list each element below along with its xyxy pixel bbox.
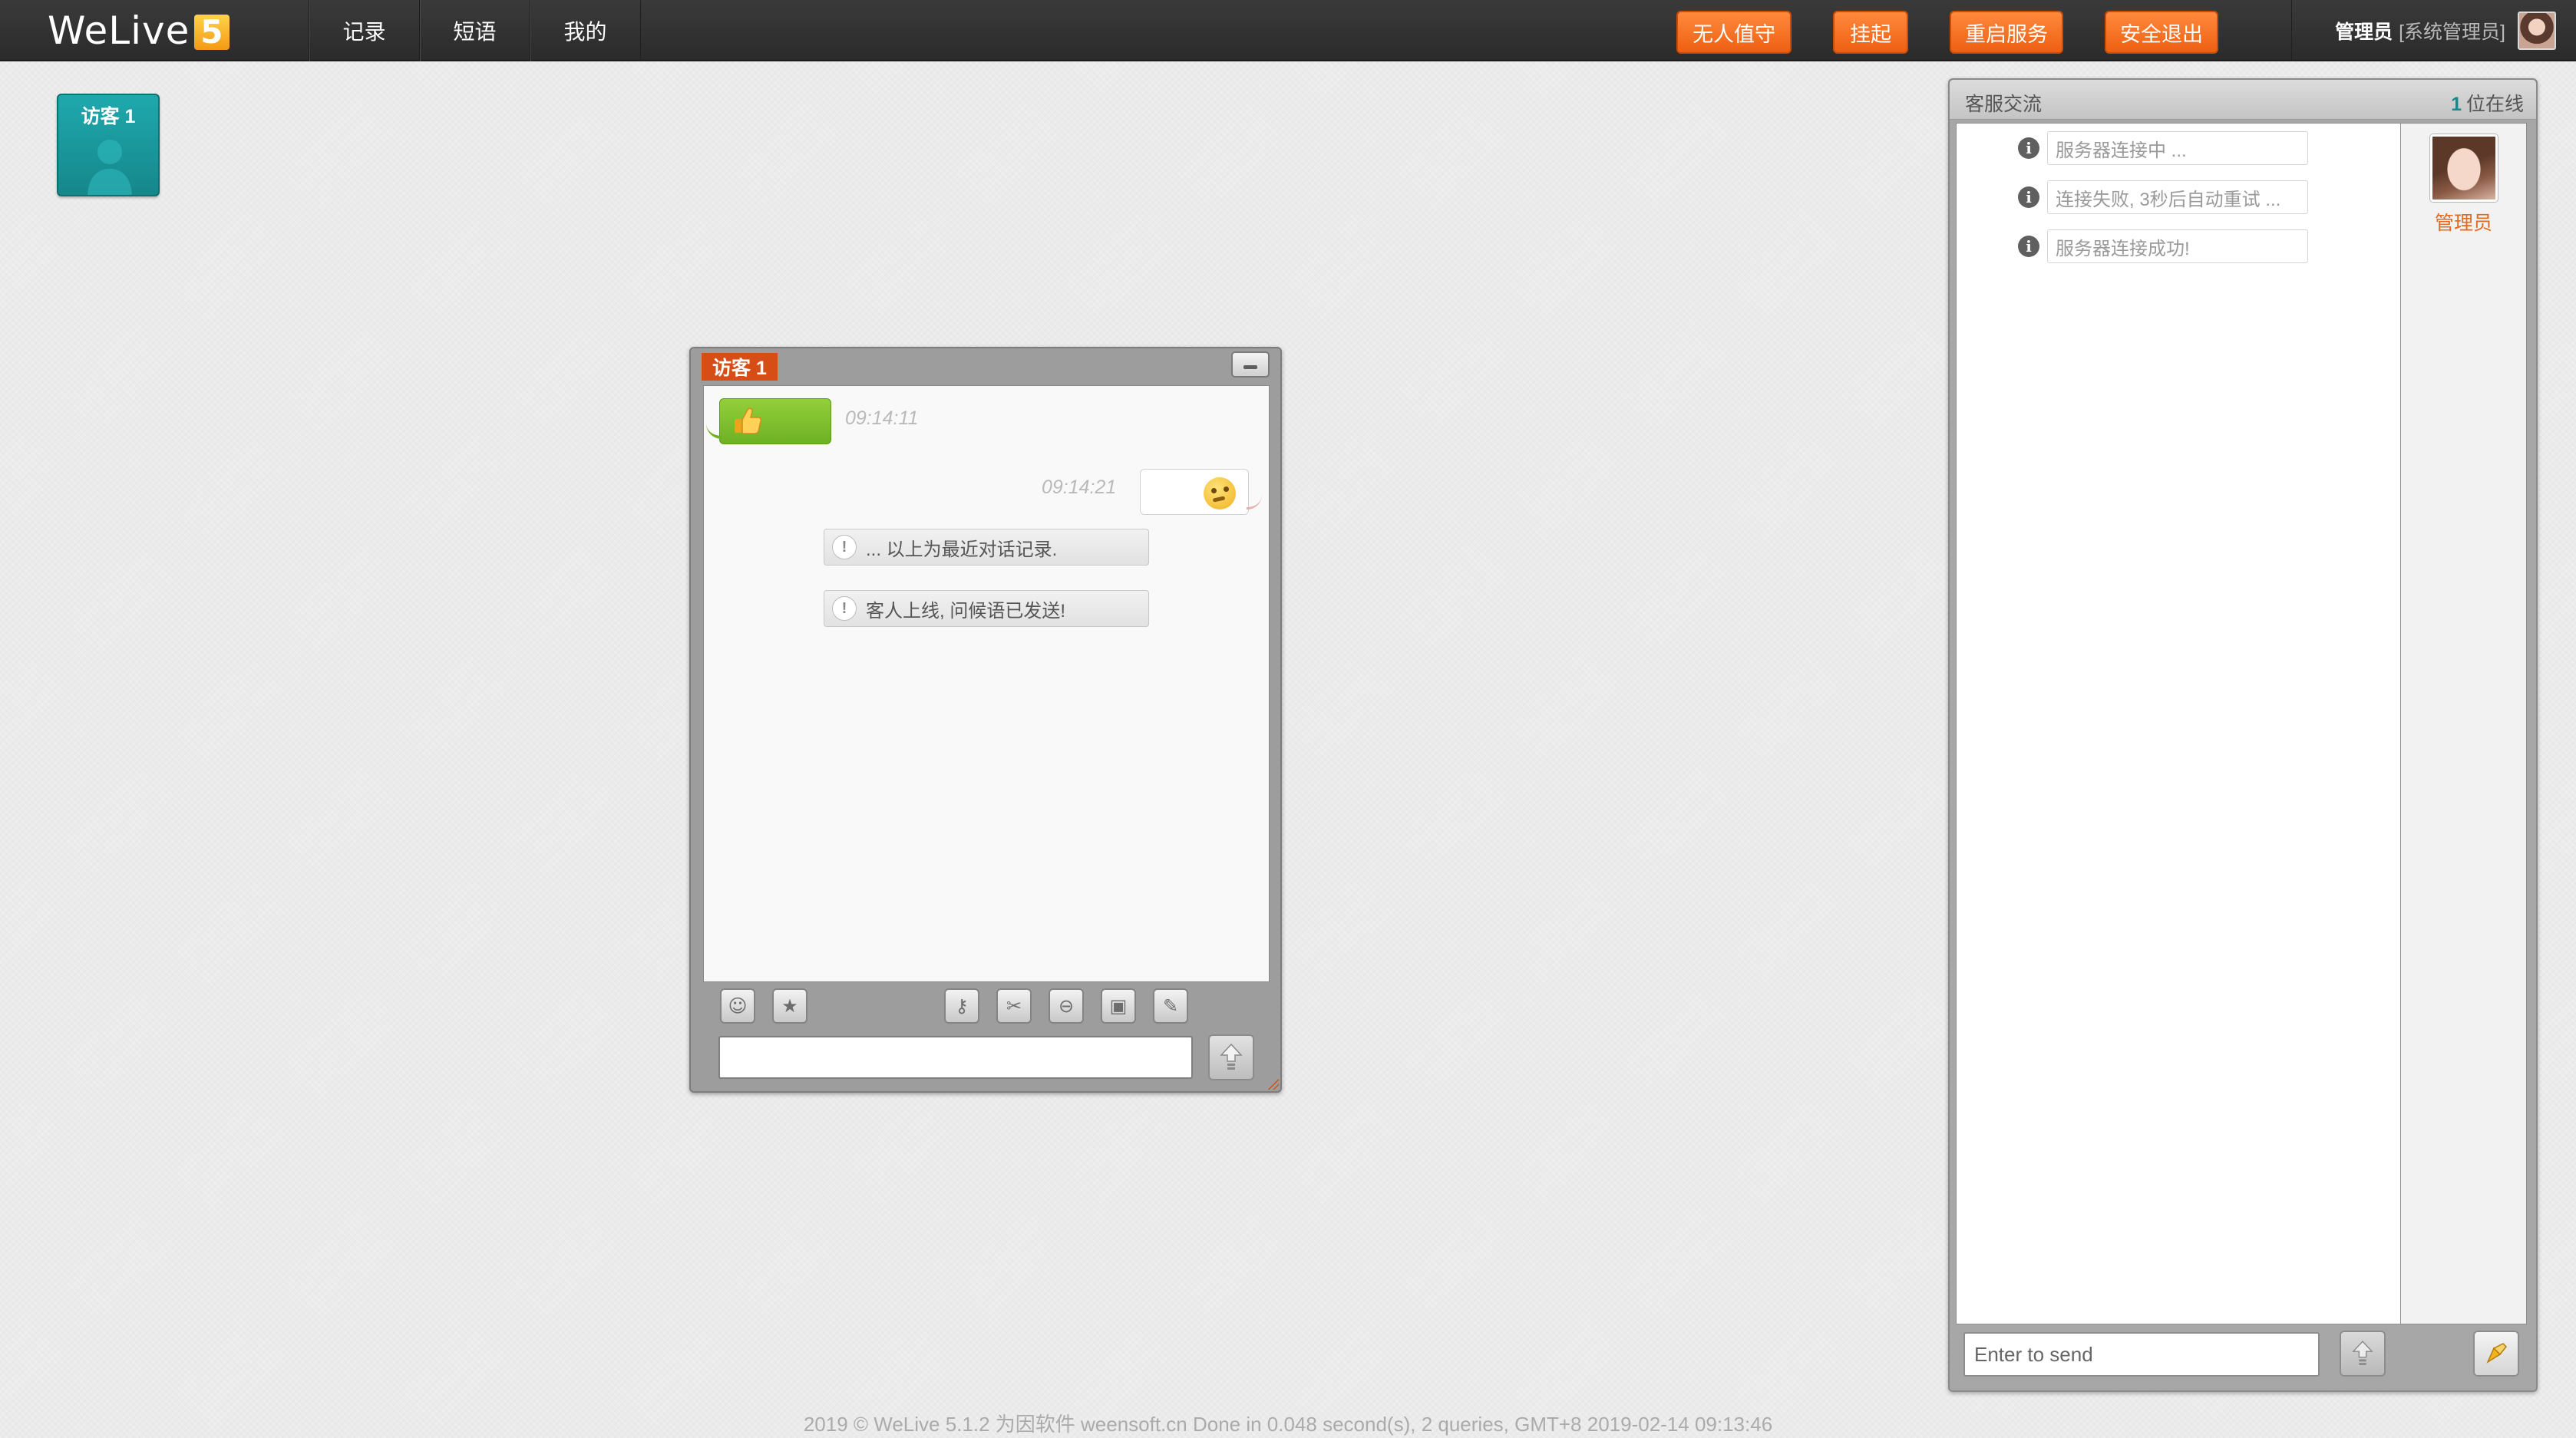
block-icon[interactable]: ⊖ [1049,988,1084,1024]
message-time: 09:14:11 [845,407,919,429]
message-time: 09:14:21 [1042,477,1117,498]
top-nav-bar: WeLive 5 记录 短语 我的 无人值守 挂起 重启服务 安全退出 管理员 … [0,0,2576,61]
team-chat-input[interactable] [1963,1332,2320,1377]
exclamation-icon: ! [832,535,857,559]
chat-window-title: 访客 1 [702,353,778,381]
restart-service-button[interactable]: 重启服务 [1950,11,2063,54]
camera-icon[interactable]: ▣ [1101,988,1136,1024]
send-arrow-icon[interactable] [1208,1034,1254,1080]
user-info[interactable]: 管理员 [系统管理员] [2291,0,2556,61]
system-note-text: 客人上线, 问候语已发送! [866,600,1066,622]
info-icon: i [2018,186,2039,208]
resize-handle[interactable] [1267,1077,1279,1090]
user-name: 管理员 [2335,21,2393,43]
user-avatar-icon[interactable] [2518,12,2556,50]
minimize-button[interactable] [1231,351,1270,378]
smiley-icon[interactable]: ☺ [720,988,755,1024]
nav-item-records[interactable]: 记录 [309,0,420,61]
exclamation-icon: ! [832,596,857,621]
nav-item-phrases[interactable]: 短语 [420,0,530,61]
nav-item-mine[interactable]: 我的 [530,0,641,61]
message-bubble-agent [1140,469,1262,515]
system-note: ! 客人上线, 问候语已发送! [824,590,1149,627]
online-count-label: 位在线 [2465,94,2524,115]
server-status-text: 服务器连接成功! [2047,229,2308,263]
system-note-text: ... 以上为最近对话记录. [866,539,1058,560]
key-icon[interactable]: ⚷ [944,988,979,1024]
visitor-card-label: 访客 1 [81,106,136,127]
thumbs-up-icon [735,407,762,434]
server-status-text: 连接失败, 3秒后自动重试 ... [2047,180,2308,214]
user-role: [系统管理员] [2399,21,2505,43]
team-chat-messages[interactable]: i 服务器连接中 ... i 连接失败, 3秒后自动重试 ... i 服务器连接… [1956,123,2401,1324]
server-status-message: i 服务器连接中 ... [2018,131,2308,165]
message-bubble-visitor [706,398,831,444]
suspend-button[interactable]: 挂起 [1833,11,1908,54]
person-silhouette-icon [88,140,132,195]
chat-toolbar: ☺ ★ ⚷ ✂ ⊖ ▣ ✎ [703,987,1270,1025]
info-icon: i [2018,236,2039,257]
team-chat-title: 客服交流 [1965,94,2043,115]
main-nav: 记录 短语 我的 [309,0,641,61]
send-arrow-icon[interactable] [2340,1331,2386,1377]
visitor-card[interactable]: 访客 1 [57,94,160,196]
scissors-icon[interactable]: ✂ [996,988,1032,1024]
brush-icon[interactable] [2473,1331,2519,1377]
online-count: 1 位在线 [2451,89,2524,117]
logout-button[interactable]: 安全退出 [2105,11,2218,54]
star-icon[interactable]: ★ [772,988,807,1024]
team-chat-panel: 客服交流 1 位在线 i 服务器连接中 ... i 连接失败, 3秒后自动重试 .… [1948,78,2538,1392]
admin-avatar-icon[interactable] [2430,134,2498,202]
server-status-text: 服务器连接中 ... [2047,131,2308,165]
online-users-list: 管理员 [2401,123,2527,1324]
chat-message-input[interactable] [718,1036,1193,1079]
thinking-face-icon [1204,477,1236,510]
visitor-chat-window: 访客 1 09:14:11 09:14:21 ! ... 以上为最近对话记录. … [689,347,1282,1093]
chat-history[interactable]: 09:14:11 09:14:21 ! ... 以上为最近对话记录. ! 客人上… [703,385,1270,982]
admin-name[interactable]: 管理员 [2401,208,2526,236]
logo-text: WeLive [48,8,190,53]
server-status-message: i 服务器连接成功! [2018,229,2308,263]
welive-logo: WeLive 5 [48,8,230,54]
chat-window-header[interactable]: 访客 1 [691,348,1280,384]
system-note: ! ... 以上为最近对话记录. [824,529,1149,566]
info-icon: i [2018,137,2039,159]
logo-badge: 5 [194,15,230,50]
team-chat-header: 客服交流 1 位在线 [1950,80,2536,120]
footer-text: 2019 © WeLive 5.1.2 为因软件 weensoft.cn Don… [803,1413,1773,1436]
server-status-message: i 连接失败, 3秒后自动重试 ... [2018,180,2308,214]
brush-icon[interactable]: ✎ [1153,988,1188,1024]
online-count-number: 1 [2451,94,2462,115]
unattended-button[interactable]: 无人值守 [1676,11,1792,54]
